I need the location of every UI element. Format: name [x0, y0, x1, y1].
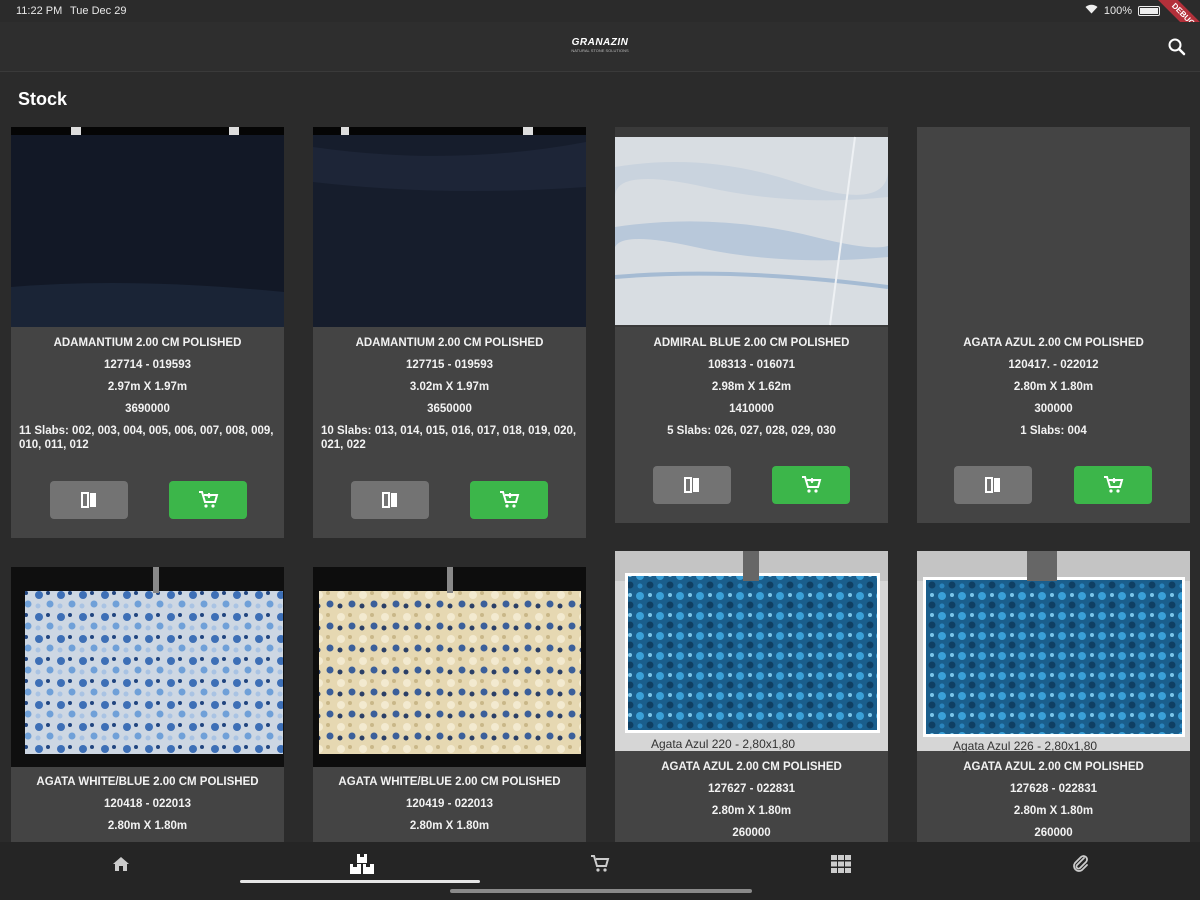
add-to-cart-button[interactable] [169, 481, 247, 519]
product-slabs: 1 Slabs: 004 [1020, 425, 1087, 437]
product-slabs: 11 Slabs: 002, 003, 004, 005, 006, 007, … [19, 425, 274, 451]
add-to-cart-button[interactable] [772, 466, 850, 504]
product-code: 108313 - 016071 [708, 359, 795, 371]
product-size: 2.80m X 1.80m [409, 820, 490, 832]
product-card[interactable]: ADAMANTIUM 2.00 CM POLISHED 127714 - 019… [11, 127, 284, 538]
slab-image [313, 567, 586, 767]
grid-icon [831, 855, 851, 873]
status-date: Tue Dec 29 [70, 5, 127, 17]
product-name: ADAMANTIUM 2.00 CM POLISHED [355, 337, 544, 349]
slab-image [917, 551, 1190, 751]
product-name: AGATA AZUL 2.00 CM POLISHED [661, 761, 842, 773]
product-slabs: 10 Slabs: 013, 014, 015, 016, 017, 018, … [321, 425, 577, 451]
product-price: 260000 [732, 827, 771, 839]
slab-image [11, 127, 284, 327]
product-card[interactable]: Agata Azul 226 - 2,80x1,80 AGATA AZUL 2.… [917, 551, 1190, 842]
product-name: ADAMANTIUM 2.00 CM POLISHED [53, 337, 242, 349]
product-size: 3.02m X 1.97m [409, 381, 490, 393]
cart-icon [591, 855, 610, 872]
home-icon [113, 857, 129, 871]
slab-image [615, 551, 888, 751]
product-size: 2.80m X 1.80m [1013, 381, 1094, 393]
product-price: 300000 [1034, 403, 1073, 415]
wifi-icon [1085, 4, 1098, 17]
slab-image [615, 127, 888, 327]
product-card[interactable]: AGATA AZUL 2.00 CM POLISHED 120417. - 02… [917, 127, 1190, 523]
nav-grid[interactable] [827, 852, 855, 876]
search-button[interactable] [1166, 36, 1188, 58]
slab-image-placeholder [917, 127, 1190, 327]
product-code: 127628 - 022831 [1010, 783, 1097, 795]
photo-caption: Agata Azul 220 - 2,80x1,80 [651, 737, 796, 751]
app-bar: GRANAZIN NATURAL STONE SOLUTIONS [0, 22, 1200, 72]
compare-icon [81, 492, 96, 508]
nav-home[interactable] [107, 852, 135, 876]
product-slabs: 5 Slabs: 026, 027, 028, 029, 030 [667, 425, 836, 437]
product-price: 3650000 [427, 403, 472, 415]
battery-icon [1138, 5, 1160, 16]
slab-image [313, 127, 586, 327]
compare-button[interactable] [954, 466, 1032, 504]
product-code: 127715 - 019593 [406, 359, 493, 371]
status-bar: 11:22 PM Tue Dec 29 100% [0, 0, 1200, 22]
product-code: 120418 - 022013 [104, 798, 191, 810]
compare-button[interactable] [50, 481, 128, 519]
product-name: AGATA AZUL 2.00 CM POLISHED [963, 337, 1144, 349]
compare-icon [684, 477, 699, 493]
nav-stock[interactable] [348, 852, 376, 876]
product-name: AGATA AZUL 2.00 CM POLISHED [963, 761, 1144, 773]
product-size: 2.80m X 1.80m [107, 820, 188, 832]
compare-button[interactable] [653, 466, 731, 504]
add-to-cart-button[interactable] [1074, 466, 1152, 504]
product-name: AGATA WHITE/BLUE 2.00 CM POLISHED [338, 776, 561, 788]
product-name: AGATA WHITE/BLUE 2.00 CM POLISHED [36, 776, 259, 788]
compare-button[interactable] [351, 481, 429, 519]
battery-percent: 100% [1103, 4, 1132, 17]
photo-caption: Agata Azul 226 - 2,80x1,80 [953, 739, 1098, 753]
add-cart-icon [1104, 476, 1124, 493]
logo-tagline: NATURAL STONE SOLUTIONS [571, 48, 629, 53]
product-size: 2.97m X 1.97m [107, 381, 188, 393]
active-tab-indicator [240, 880, 480, 883]
product-name: ADMIRAL BLUE 2.00 CM POLISHED [653, 337, 850, 349]
logo-text: GRANAZIN [571, 37, 629, 48]
attachment-icon [1073, 855, 1088, 872]
search-icon [1168, 38, 1186, 56]
product-code: 127714 - 019593 [104, 359, 191, 371]
product-card[interactable]: AGATA WHITE/BLUE 2.00 CM POLISHED 120419… [313, 567, 586, 842]
page-title: Stock [18, 89, 68, 109]
product-code: 127627 - 022831 [708, 783, 795, 795]
add-to-cart-button[interactable] [470, 481, 548, 519]
add-cart-icon [199, 491, 219, 508]
product-size: 2.98m X 1.62m [711, 381, 792, 393]
product-card[interactable]: AGATA WHITE/BLUE 2.00 CM POLISHED 120418… [11, 567, 284, 842]
product-price: 3690000 [125, 403, 170, 415]
product-price: 260000 [1034, 827, 1073, 839]
product-size: 2.80m X 1.80m [711, 805, 792, 817]
product-price: 1410000 [729, 403, 774, 415]
slab-image [11, 567, 284, 767]
status-time: 11:22 PM [16, 5, 63, 17]
add-cart-icon [802, 476, 822, 493]
home-indicator[interactable] [450, 889, 752, 893]
product-card[interactable]: ADAMANTIUM 2.00 CM POLISHED 127715 - 019… [313, 127, 586, 538]
compare-icon [985, 477, 1000, 493]
product-code: 120417. - 022012 [1008, 359, 1099, 371]
product-code: 120419 - 022013 [406, 798, 493, 810]
nav-attachments[interactable] [1067, 852, 1095, 876]
add-cart-icon [500, 491, 520, 508]
product-size: 2.80m X 1.80m [1013, 805, 1094, 817]
stock-boxes-icon [350, 854, 374, 874]
product-card[interactable]: Agata Azul 220 - 2,80x1,80 AGATA AZUL 2.… [615, 551, 888, 842]
brand-logo[interactable]: GRANAZIN NATURAL STONE SOLUTIONS [564, 38, 636, 54]
product-card[interactable]: ADMIRAL BLUE 2.00 CM POLISHED 108313 - 0… [615, 127, 888, 523]
compare-icon [382, 492, 397, 508]
nav-cart[interactable] [586, 852, 614, 876]
